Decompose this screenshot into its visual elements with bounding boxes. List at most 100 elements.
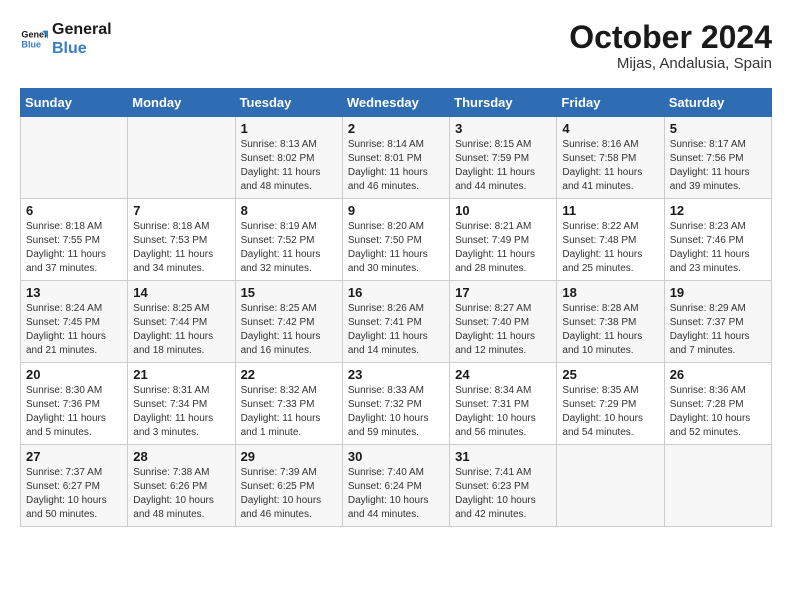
day-detail: Sunrise: 8:33 AM Sunset: 7:32 PM Dayligh… bbox=[348, 384, 444, 440]
day-number: 27 bbox=[26, 449, 122, 464]
calendar-cell: 10 Sunrise: 8:21 AM Sunset: 7:49 PM Dayli… bbox=[450, 199, 557, 281]
calendar-cell: 29Sunrise: 7:39 AM Sunset: 6:25 PM Dayli… bbox=[235, 445, 342, 527]
day-detail: Sunrise: 8:15 AM Sunset: 7:59 PM Dayligh… bbox=[455, 138, 551, 194]
calendar-cell: 9Sunrise: 8:20 AM Sunset: 7:50 PM Daylig… bbox=[342, 199, 449, 281]
calendar-table: SundayMondayTuesdayWednesdayThursdayFrid… bbox=[20, 88, 772, 527]
location-subtitle: Mijas, Andalusia, Spain bbox=[569, 55, 772, 72]
calendar-cell: 23 Sunrise: 8:33 AM Sunset: 7:32 PM Dayli… bbox=[342, 363, 449, 445]
calendar-cell bbox=[21, 117, 128, 199]
day-number: 6 bbox=[26, 203, 122, 218]
day-number: 2 bbox=[348, 121, 444, 136]
calendar-cell: 6 Sunrise: 8:18 AM Sunset: 7:55 PM Daylig… bbox=[21, 199, 128, 281]
calendar-cell: 14 Sunrise: 8:25 AM Sunset: 7:44 PM Dayli… bbox=[128, 281, 235, 363]
calendar-cell: 19 Sunrise: 8:29 AM Sunset: 7:37 PM Dayli… bbox=[664, 281, 771, 363]
day-number: 3 bbox=[455, 121, 551, 136]
day-number: 8 bbox=[241, 203, 337, 218]
calendar-cell: 26 Sunrise: 8:36 AM Sunset: 7:28 PM Dayli… bbox=[664, 363, 771, 445]
calendar-cell: 18 Sunrise: 8:28 AM Sunset: 7:38 PM Dayli… bbox=[557, 281, 664, 363]
calendar-cell: 15Sunrise: 8:25 AM Sunset: 7:42 PM Dayli… bbox=[235, 281, 342, 363]
day-detail: Sunrise: 8:25 AM Sunset: 7:44 PM Dayligh… bbox=[133, 302, 229, 358]
calendar-cell: 20 Sunrise: 8:30 AM Sunset: 7:36 PM Dayli… bbox=[21, 363, 128, 445]
day-number: 11 bbox=[562, 203, 658, 218]
calendar-cell: 16Sunrise: 8:26 AM Sunset: 7:41 PM Dayli… bbox=[342, 281, 449, 363]
calendar-cell: 27 Sunrise: 7:37 AM Sunset: 6:27 PM Dayli… bbox=[21, 445, 128, 527]
calendar-header-row: SundayMondayTuesdayWednesdayThursdayFrid… bbox=[21, 89, 772, 117]
logo: General Blue General Blue bbox=[20, 20, 112, 58]
day-detail: Sunrise: 7:38 AM Sunset: 6:26 PM Dayligh… bbox=[133, 466, 229, 522]
day-detail: Sunrise: 8:35 AM Sunset: 7:29 PM Dayligh… bbox=[562, 384, 658, 440]
day-number: 28 bbox=[133, 449, 229, 464]
day-number: 7 bbox=[133, 203, 229, 218]
day-detail: Sunrise: 8:30 AM Sunset: 7:36 PM Dayligh… bbox=[26, 384, 122, 440]
header-sunday: Sunday bbox=[21, 89, 128, 117]
day-number: 13 bbox=[26, 285, 122, 300]
calendar-cell: 8 Sunrise: 8:19 AM Sunset: 7:52 PM Daylig… bbox=[235, 199, 342, 281]
day-detail: Sunrise: 8:18 AM Sunset: 7:55 PM Dayligh… bbox=[26, 220, 122, 276]
day-detail: Sunrise: 8:28 AM Sunset: 7:38 PM Dayligh… bbox=[562, 302, 658, 358]
day-number: 26 bbox=[670, 367, 766, 382]
calendar-week-1: 1 Sunrise: 8:13 AM Sunset: 8:02 PM Daylig… bbox=[21, 117, 772, 199]
day-detail: Sunrise: 8:26 AM Sunset: 7:41 PM Dayligh… bbox=[348, 302, 444, 358]
day-detail: Sunrise: 8:19 AM Sunset: 7:52 PM Dayligh… bbox=[241, 220, 337, 276]
calendar-cell: 5 Sunrise: 8:17 AM Sunset: 7:56 PM Daylig… bbox=[664, 117, 771, 199]
day-number: 21 bbox=[133, 367, 229, 382]
calendar-cell: 24 Sunrise: 8:34 AM Sunset: 7:31 PM Dayli… bbox=[450, 363, 557, 445]
day-number: 20 bbox=[26, 367, 122, 382]
logo-icon: General Blue bbox=[20, 25, 48, 53]
calendar-week-4: 20 Sunrise: 8:30 AM Sunset: 7:36 PM Dayli… bbox=[21, 363, 772, 445]
day-number: 18 bbox=[562, 285, 658, 300]
calendar-cell: 4Sunrise: 8:16 AM Sunset: 7:58 PM Daylig… bbox=[557, 117, 664, 199]
calendar-cell: 25 Sunrise: 8:35 AM Sunset: 7:29 PM Dayli… bbox=[557, 363, 664, 445]
header-friday: Friday bbox=[557, 89, 664, 117]
day-number: 1 bbox=[241, 121, 337, 136]
calendar-week-5: 27 Sunrise: 7:37 AM Sunset: 6:27 PM Dayli… bbox=[21, 445, 772, 527]
day-number: 14 bbox=[133, 285, 229, 300]
calendar-cell: 11 Sunrise: 8:22 AM Sunset: 7:48 PM Dayli… bbox=[557, 199, 664, 281]
day-number: 15 bbox=[241, 285, 337, 300]
title-block: October 2024 Mijas, Andalusia, Spain bbox=[569, 20, 772, 72]
day-detail: Sunrise: 8:20 AM Sunset: 7:50 PM Dayligh… bbox=[348, 220, 444, 276]
day-number: 24 bbox=[455, 367, 551, 382]
day-detail: Sunrise: 8:31 AM Sunset: 7:34 PM Dayligh… bbox=[133, 384, 229, 440]
logo-text-blue: Blue bbox=[52, 39, 112, 58]
calendar-cell: 17 Sunrise: 8:27 AM Sunset: 7:40 PM Dayli… bbox=[450, 281, 557, 363]
header-tuesday: Tuesday bbox=[235, 89, 342, 117]
day-number: 25 bbox=[562, 367, 658, 382]
day-number: 29 bbox=[241, 449, 337, 464]
day-detail: Sunrise: 8:22 AM Sunset: 7:48 PM Dayligh… bbox=[562, 220, 658, 276]
day-detail: Sunrise: 8:14 AM Sunset: 8:01 PM Dayligh… bbox=[348, 138, 444, 194]
day-number: 10 bbox=[455, 203, 551, 218]
header-saturday: Saturday bbox=[664, 89, 771, 117]
day-number: 5 bbox=[670, 121, 766, 136]
calendar-cell bbox=[557, 445, 664, 527]
month-year-title: October 2024 bbox=[569, 20, 772, 55]
day-detail: Sunrise: 8:21 AM Sunset: 7:49 PM Dayligh… bbox=[455, 220, 551, 276]
day-detail: Sunrise: 8:34 AM Sunset: 7:31 PM Dayligh… bbox=[455, 384, 551, 440]
day-detail: Sunrise: 7:37 AM Sunset: 6:27 PM Dayligh… bbox=[26, 466, 122, 522]
calendar-cell: 12Sunrise: 8:23 AM Sunset: 7:46 PM Dayli… bbox=[664, 199, 771, 281]
header-monday: Monday bbox=[128, 89, 235, 117]
page-header: General Blue General Blue October 2024 M… bbox=[20, 20, 772, 72]
day-number: 19 bbox=[670, 285, 766, 300]
day-detail: Sunrise: 8:13 AM Sunset: 8:02 PM Dayligh… bbox=[241, 138, 337, 194]
day-detail: Sunrise: 8:29 AM Sunset: 7:37 PM Dayligh… bbox=[670, 302, 766, 358]
calendar-cell: 1 Sunrise: 8:13 AM Sunset: 8:02 PM Daylig… bbox=[235, 117, 342, 199]
calendar-cell bbox=[664, 445, 771, 527]
day-detail: Sunrise: 8:32 AM Sunset: 7:33 PM Dayligh… bbox=[241, 384, 337, 440]
day-number: 31 bbox=[455, 449, 551, 464]
day-detail: Sunrise: 8:27 AM Sunset: 7:40 PM Dayligh… bbox=[455, 302, 551, 358]
day-number: 4 bbox=[562, 121, 658, 136]
calendar-cell: 3 Sunrise: 8:15 AM Sunset: 7:59 PM Daylig… bbox=[450, 117, 557, 199]
day-number: 23 bbox=[348, 367, 444, 382]
logo-text-general: General bbox=[52, 20, 112, 39]
day-detail: Sunrise: 8:36 AM Sunset: 7:28 PM Dayligh… bbox=[670, 384, 766, 440]
calendar-cell: 7 Sunrise: 8:18 AM Sunset: 7:53 PM Daylig… bbox=[128, 199, 235, 281]
day-detail: Sunrise: 8:18 AM Sunset: 7:53 PM Dayligh… bbox=[133, 220, 229, 276]
calendar-cell: 2 Sunrise: 8:14 AM Sunset: 8:01 PM Daylig… bbox=[342, 117, 449, 199]
day-detail: Sunrise: 8:17 AM Sunset: 7:56 PM Dayligh… bbox=[670, 138, 766, 194]
day-detail: Sunrise: 8:24 AM Sunset: 7:45 PM Dayligh… bbox=[26, 302, 122, 358]
day-detail: Sunrise: 7:41 AM Sunset: 6:23 PM Dayligh… bbox=[455, 466, 551, 522]
calendar-cell: 31 Sunrise: 7:41 AM Sunset: 6:23 PM Dayli… bbox=[450, 445, 557, 527]
day-number: 17 bbox=[455, 285, 551, 300]
day-number: 30 bbox=[348, 449, 444, 464]
